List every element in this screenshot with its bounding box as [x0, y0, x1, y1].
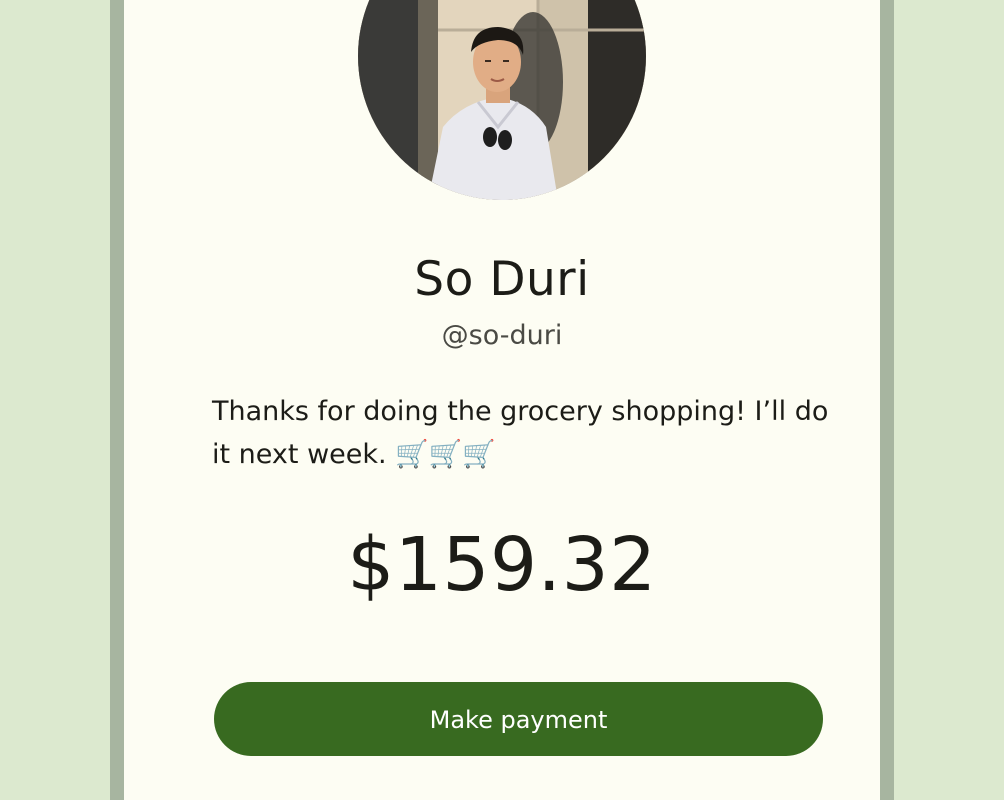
request-amount: $159.32 — [347, 522, 657, 608]
avatar — [358, 0, 646, 200]
screen-frame: So Duri @so-duri Thanks for doing the gr… — [110, 0, 894, 800]
request-message: Thanks for doing the grocery shopping! I… — [212, 396, 829, 470]
profile-handle: @so-duri — [441, 320, 563, 351]
make-payment-button[interactable]: Make payment — [214, 682, 823, 756]
profile-name: So Duri — [414, 252, 590, 307]
payment-request-card: So Duri @so-duri Thanks for doing the gr… — [124, 0, 880, 800]
avatar-photo — [358, 0, 646, 200]
